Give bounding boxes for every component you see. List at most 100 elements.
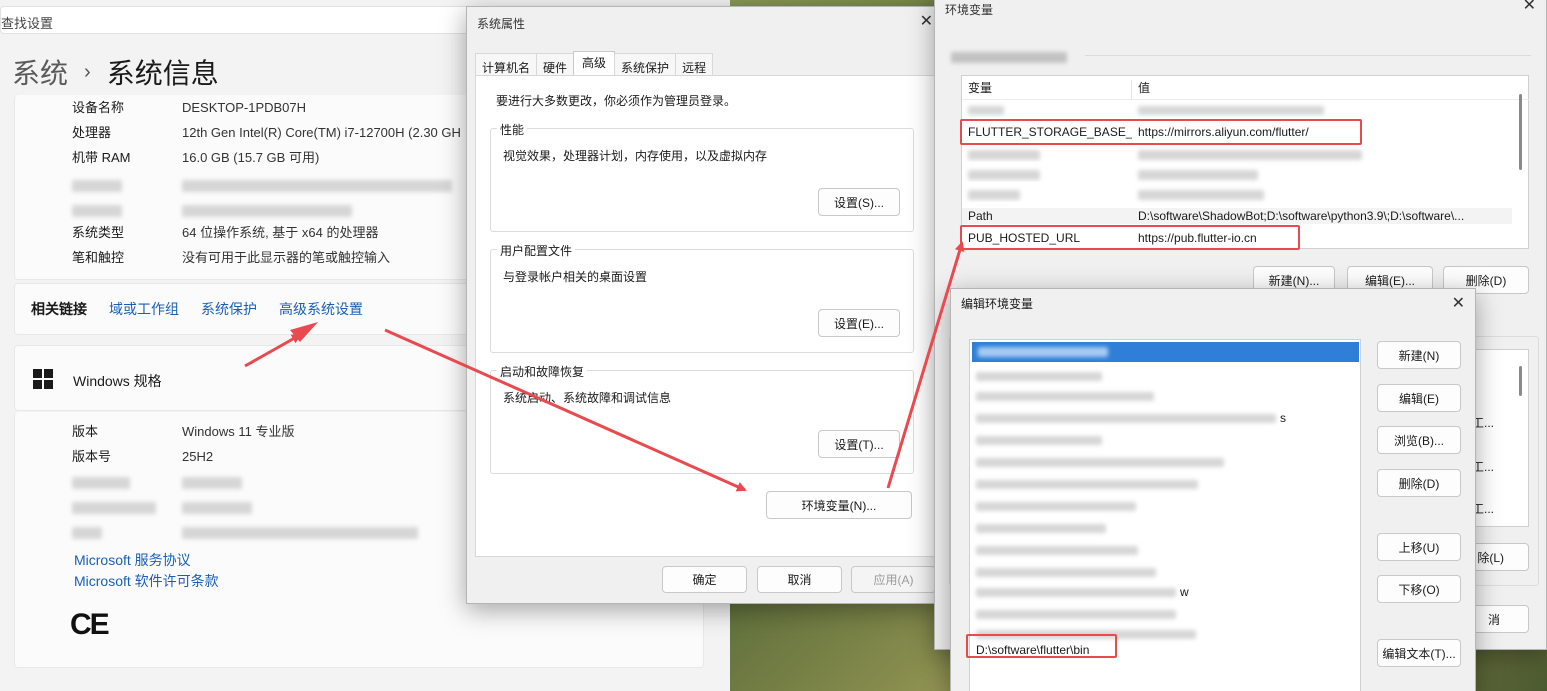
var-value: D:\software\ShadowBot;D:\software\python… [1138, 209, 1465, 223]
partial-text: w [1180, 585, 1189, 599]
list-item[interactable] [976, 388, 1154, 403]
dialog-title: 编辑环境变量 [961, 297, 1034, 311]
cancel-button[interactable]: 取消 [757, 566, 842, 593]
spec-value: 没有可用于此显示器的笔或触控输入 [182, 250, 391, 265]
list-item[interactable] [976, 564, 1156, 579]
spec-key: 版本 [72, 424, 99, 439]
spec-key: 设备名称 [72, 100, 125, 115]
path-delete-button[interactable]: 删除(D) [1377, 469, 1461, 497]
spec-value: Windows 11 专业版 [182, 424, 295, 439]
ok-button[interactable]: 确定 [662, 566, 747, 593]
link-ms-service-agreement[interactable]: Microsoft 服务协议 [74, 550, 191, 570]
list-item[interactable] [976, 606, 1176, 621]
path-move-down-button[interactable]: 下移(O) [1377, 575, 1461, 603]
path-move-up-button[interactable]: 上移(U) [1377, 533, 1461, 561]
path-browse-button[interactable]: 浏览(B)... [1377, 426, 1461, 454]
spec-row: 笔和触控 没有可用于此显示器的笔或触控输入 [72, 250, 390, 266]
list-item[interactable]: s [976, 410, 1286, 425]
spec-row-redacted [72, 499, 252, 515]
group-desc: 系统启动、系统故障和调试信息 [503, 391, 672, 405]
ce-mark-icon: CE [70, 608, 110, 641]
dialog-title: 环境变量 [945, 3, 994, 17]
selected-entry[interactable] [972, 342, 1359, 362]
search-text: 查找设置 [1, 16, 54, 31]
path-new-button[interactable]: 新建(N) [1377, 341, 1461, 369]
spec-value: 64 位操作系统, 基于 x64 的处理器 [182, 225, 379, 240]
table-row[interactable] [962, 166, 1258, 182]
group-title: 用户配置文件 [497, 242, 576, 259]
spec-row-redacted [72, 202, 352, 218]
spec-row: 系统类型 64 位操作系统, 基于 x64 的处理器 [72, 225, 378, 241]
list-header: 变量 值 [962, 80, 1530, 100]
list-item[interactable] [976, 368, 1102, 383]
spec-value: DESKTOP-1PDB07H [182, 100, 307, 115]
close-icon[interactable]: ✕ [1452, 293, 1465, 313]
table-row[interactable] [962, 102, 1324, 118]
list-item[interactable] [976, 542, 1138, 557]
divider [1085, 55, 1531, 56]
group-desc: 视觉效果，处理器计划，内存使用，以及虚拟内存 [503, 149, 768, 163]
spec-value: 25H2 [182, 449, 214, 464]
user-profile-group: 用户配置文件 与登录帐户相关的桌面设置 [490, 242, 914, 353]
admin-note: 要进行大多数更改，你必须作为管理员登录。 [496, 94, 737, 108]
settings-search-input[interactable]: 查找设置 [0, 6, 470, 34]
link-domain-workgroup[interactable]: 域或工作组 [109, 299, 179, 319]
highlight-flutter-bin [966, 634, 1117, 658]
spec-row-redacted [72, 474, 242, 490]
spec-row-redacted [72, 177, 452, 193]
spec-row: 版本号 25H2 [72, 449, 213, 465]
var-name: Path [968, 209, 993, 223]
list-item[interactable] [976, 498, 1136, 513]
spec-value: 16.0 GB (15.7 GB 可用) [182, 150, 320, 165]
windows-spec-title: Windows 规格 [73, 373, 162, 389]
breadcrumb-parent[interactable]: 系统 [12, 52, 68, 92]
close-icon[interactable]: ✕ [920, 11, 933, 31]
highlight-flutter-storage [960, 119, 1362, 145]
spec-key: 处理器 [72, 125, 112, 140]
table-row[interactable] [962, 186, 1264, 202]
group-title: 启动和故障恢复 [497, 363, 588, 380]
spec-row: 设备名称 DESKTOP-1PDB07H [72, 100, 306, 116]
group-desc: 与登录帐户相关的桌面设置 [503, 270, 648, 284]
windows-logo-icon [33, 369, 53, 389]
table-row[interactable] [962, 146, 1362, 162]
apply-button[interactable]: 应用(A) [851, 566, 936, 593]
edit-env-var-dialog: 编辑环境变量 ✕ s w D:\software\flutter\bin 新建(… [950, 288, 1476, 691]
group-title: 性能 [497, 121, 528, 138]
environment-variables-button[interactable]: 环境变量(N)... [766, 491, 912, 519]
startup-settings-button[interactable]: 设置(T)... [818, 430, 900, 458]
col-header-val[interactable]: 值 [1132, 80, 1150, 99]
spec-row: 机带 RAM 16.0 GB (15.7 GB 可用) [72, 150, 319, 166]
performance-group: 性能 视觉效果，处理器计划，内存使用，以及虚拟内存 [490, 121, 914, 232]
performance-settings-button[interactable]: 设置(S)... [818, 188, 900, 216]
link-system-protection[interactable]: 系统保护 [201, 299, 257, 319]
partial-text: s [1280, 411, 1286, 425]
col-header-var[interactable]: 变量 [962, 80, 1132, 99]
list-item[interactable]: w [976, 584, 1189, 599]
link-advanced-system-settings[interactable]: 高级系统设置 [279, 299, 363, 319]
path-edit-button[interactable]: 编辑(E) [1377, 384, 1461, 412]
spec-row: 版本 Windows 11 专业版 [72, 424, 294, 440]
list-item[interactable] [976, 432, 1102, 447]
highlight-pub-hosted-url [960, 225, 1300, 250]
list-item[interactable] [976, 454, 1224, 469]
breadcrumb: 系统 › 系统信息 [12, 52, 219, 92]
user-vars-label [951, 49, 1067, 64]
user-vars-list[interactable]: 变量 值 FLUTTER_STORAGE_BASE_... https://mir… [961, 75, 1530, 249]
spec-key: 笔和触控 [72, 250, 125, 265]
user-profile-settings-button[interactable]: 设置(E)... [818, 309, 900, 337]
scrollbar[interactable] [1519, 366, 1522, 396]
spec-key: 系统类型 [72, 225, 125, 240]
list-item[interactable] [976, 520, 1106, 535]
chevron-right-icon: › [84, 60, 91, 83]
list-item[interactable] [976, 476, 1198, 491]
scrollbar[interactable] [1519, 94, 1522, 170]
system-properties-dialog: 系统属性 ✕ 计算机名 硬件 高级 系统保护 远程 要进行大多数更改，你必须作为… [466, 6, 944, 604]
link-ms-license-terms[interactable]: Microsoft 软件许可条款 [74, 571, 219, 591]
table-row[interactable]: Path D:\software\ShadowBot;D:\software\py… [962, 208, 1512, 224]
spec-row: 处理器 12th Gen Intel(R) Core(TM) i7-12700H … [72, 125, 461, 141]
spec-value: 12th Gen Intel(R) Core(TM) i7-12700H (2.… [182, 125, 461, 140]
spec-row-redacted [72, 524, 418, 540]
path-edit-text-button[interactable]: 编辑文本(T)... [1377, 639, 1461, 667]
close-icon[interactable]: ✕ [1523, 0, 1536, 15]
